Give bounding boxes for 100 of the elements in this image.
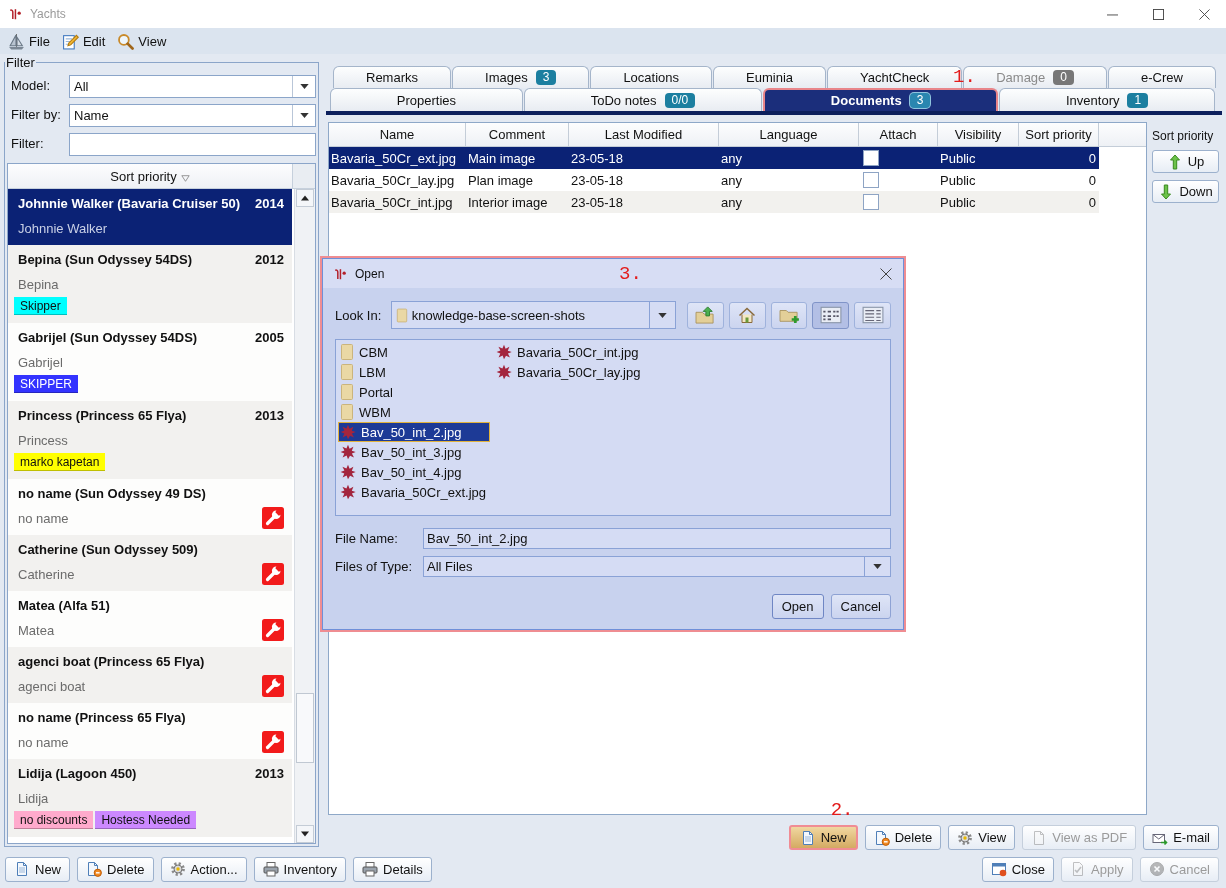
toolbar-button[interactable]: New (788, 825, 858, 850)
toolbar-button[interactable] (728, 301, 766, 329)
dialog-button[interactable]: Open (771, 594, 824, 619)
dialog-button[interactable]: Cancel (830, 594, 891, 619)
folder-entry[interactable]: Portal (338, 382, 491, 402)
count-badge: 1 (1127, 92, 1149, 108)
column-header[interactable]: Language (719, 123, 859, 146)
image-entry[interactable]: Bavaria_50Cr_int.jpg (494, 342, 645, 362)
printer-icon (262, 861, 279, 877)
yacht-list-item[interactable]: agenci boat (Princess 65 Flya) agenci boat (8, 647, 292, 703)
toolbar-button[interactable] (812, 301, 850, 329)
image-entry[interactable]: Bavaria_50Cr_lay.jpg (494, 362, 645, 382)
close-icon[interactable] (880, 267, 892, 280)
action-button[interactable]: Delete (77, 856, 154, 882)
toolbar-button[interactable] (770, 301, 808, 329)
logo-icon (333, 266, 347, 281)
image-entry[interactable]: Bav_50_int_3.jpg (338, 442, 491, 462)
yacht-list-item[interactable]: Bepina (Sun Odyssey 54DS) 2012 Bepina Skipper (8, 245, 292, 323)
tab[interactable]: Images 3 (452, 66, 590, 88)
move-up-button[interactable]: Up (1152, 150, 1219, 173)
column-header[interactable]: Name (329, 123, 466, 146)
attach-checkbox[interactable] (863, 150, 879, 166)
maximize-icon[interactable] (1153, 8, 1164, 20)
scroll-up-icon[interactable] (296, 189, 314, 207)
filter-field[interactable] (69, 133, 316, 156)
tab[interactable]: Remarks (333, 66, 452, 88)
field-label: Files of Type: (335, 559, 414, 574)
sailboat-icon (8, 32, 25, 50)
field-label: Look In: (335, 307, 383, 323)
image-file-icon (496, 364, 513, 380)
yacht-subtitle: no name (18, 510, 69, 526)
tab[interactable]: ToDo notes 0/0 (523, 88, 762, 111)
image-entry[interactable]: Bav_50_int_2.jpg (338, 422, 491, 442)
column-header[interactable]: Visibility (938, 123, 1019, 146)
attach-checkbox[interactable] (863, 194, 879, 210)
close-icon[interactable] (1199, 8, 1210, 20)
tab[interactable]: Euminia (713, 66, 827, 88)
yacht-list-item[interactable]: Princess (Princess 65 Flya) 2013 Princess marko kapetan (8, 401, 292, 479)
file-name-field[interactable]: Bav_50_int_2.jpg (423, 528, 891, 549)
file-type-dropdown[interactable]: All Files (423, 556, 891, 577)
toolbar-button[interactable] (854, 301, 891, 329)
field-label: Model: (11, 77, 52, 93)
image-entry[interactable]: Bav_50_int_4.jpg (338, 462, 491, 482)
action-button[interactable]: Close (981, 856, 1054, 882)
yacht-list-item[interactable]: Johnnie Walker (Bavaria Cruiser 50) 2014 Johnnie Walker (8, 189, 292, 245)
yacht-title: no name (Sun Odyssey 49 DS) (18, 485, 206, 501)
dropdown[interactable]: Name (69, 104, 316, 127)
table-cell-text: Public (939, 150, 977, 166)
table-cell-text: 0 (1087, 194, 1097, 210)
menu-item[interactable]: Edit (61, 32, 106, 50)
caret-icon (658, 312, 667, 318)
dropdown[interactable]: All (69, 75, 316, 98)
yacht-year: 2013 (255, 765, 284, 781)
action-button[interactable]: New (5, 856, 70, 882)
yacht-list-item[interactable]: Catherine (Sun Odyssey 509) Catherine (8, 535, 292, 591)
tab[interactable]: Inventory 1 (999, 88, 1215, 111)
column-header[interactable]: Comment (466, 123, 569, 146)
table-row[interactable]: Bavaria_50Cr_ext.jpg Main image 23-05-18 any Public 0 (329, 147, 1099, 169)
toolbar-button[interactable]: View (948, 825, 1016, 850)
folder-entry[interactable]: LBM (338, 362, 491, 382)
tab[interactable]: Documents 3 (763, 88, 999, 111)
table-row[interactable]: Bavaria_50Cr_int.jpg Interior image 23-05-18 any Public 0 (329, 191, 1099, 213)
attach-checkbox[interactable] (863, 172, 879, 188)
scrollbar-thumb[interactable] (296, 693, 314, 763)
toolbar-button[interactable] (687, 301, 724, 329)
folder-dropdown[interactable]: knowledge-base-screen-shots (390, 301, 676, 329)
tab[interactable]: e-Crew (1108, 66, 1216, 88)
yacht-subtitle: Gabrijel (18, 354, 63, 370)
action-button[interactable]: Details (353, 856, 432, 882)
column-header[interactable]: Sort priority (1019, 123, 1099, 146)
details-view-icon (861, 306, 884, 324)
tag: no discounts (14, 811, 94, 829)
tab[interactable]: Properties (330, 88, 523, 111)
image-entry[interactable]: Bavaria_50Cr_ext.jpg (338, 482, 491, 502)
toolbar-button[interactable]: Delete (864, 825, 942, 850)
folder-icon (340, 343, 354, 361)
scrollbar[interactable] (294, 189, 315, 843)
tag: marko kapetan (14, 453, 106, 471)
folder-entry[interactable]: CBM (338, 342, 491, 362)
yacht-title: Matea (Alfa 51) (18, 597, 110, 613)
action-button[interactable]: Action... (160, 856, 247, 882)
field-label: File Name: (335, 531, 399, 546)
tab[interactable]: Locations (590, 66, 713, 88)
move-down-button[interactable]: Down (1152, 180, 1219, 203)
table-cell-text: 23-05-18 (570, 194, 625, 210)
column-header[interactable]: Sort priority (8, 164, 293, 188)
column-header[interactable]: Attach (859, 123, 938, 146)
scroll-down-icon[interactable] (296, 825, 314, 843)
menu-item[interactable]: File (8, 32, 50, 50)
toolbar-button[interactable]: E-mail (1143, 825, 1219, 850)
column-header[interactable]: Last Modified (569, 123, 719, 146)
yacht-list-item[interactable]: Lidija (Lagoon 450) 2013 Lidija no discounts Hostess Needed (8, 759, 292, 837)
action-button[interactable]: Inventory (253, 856, 347, 882)
menu-item[interactable]: View (117, 32, 167, 50)
yacht-subtitle: Princess (18, 432, 68, 448)
yacht-title: Princess (Princess 65 Flya) (18, 407, 187, 423)
tag: Hostess Needed (95, 811, 197, 829)
table-row[interactable]: Bavaria_50Cr_lay.jpg Plan image 23-05-18 any Public 0 (329, 169, 1099, 191)
yacht-subtitle: Johnnie Walker (18, 220, 108, 236)
folder-entry[interactable]: WBM (338, 402, 491, 422)
